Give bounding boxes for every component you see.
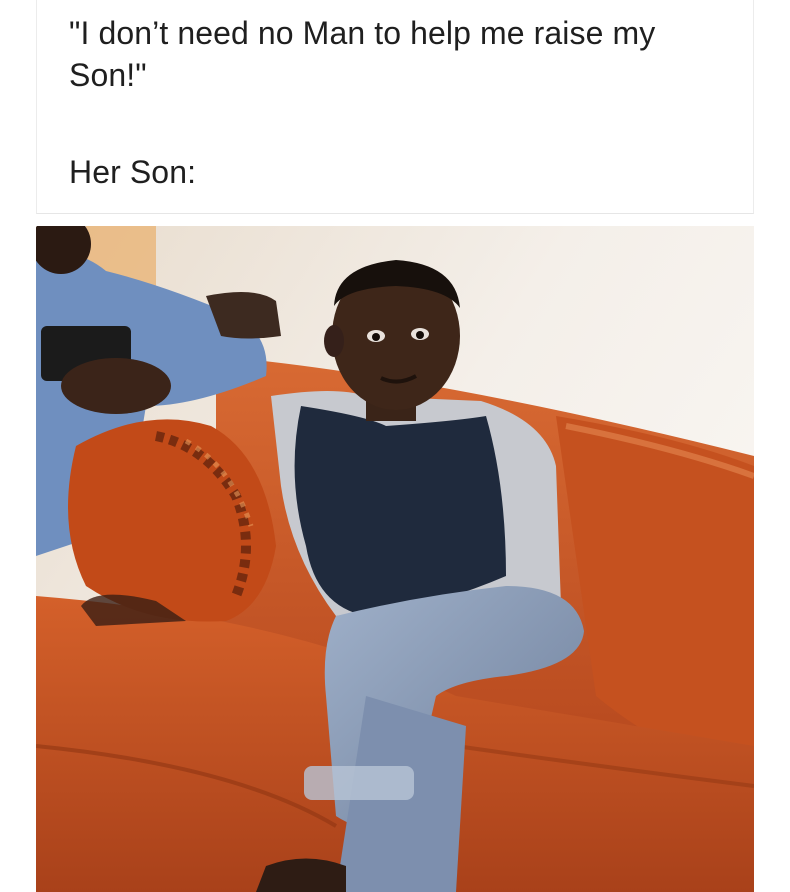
boy-shirt [294,406,506,616]
meme-photo [36,226,754,892]
meme-post: "I don’t need no Man to help me raise my… [0,0,790,892]
caption-reply: Her Son: [69,154,197,190]
caption-quote: "I don’t need no Man to help me raise my… [69,15,656,93]
caption-card: "I don’t need no Man to help me raise my… [36,0,754,214]
